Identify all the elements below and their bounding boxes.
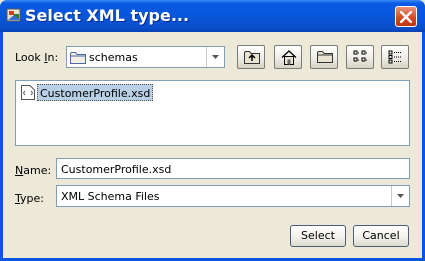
details-view-button[interactable] bbox=[381, 45, 409, 69]
home-icon bbox=[281, 50, 297, 65]
look-in-value: schemas bbox=[89, 51, 138, 64]
list-view-button[interactable] bbox=[346, 45, 374, 69]
select-button[interactable]: Select bbox=[290, 225, 346, 247]
title-bar[interactable]: Select XML type... bbox=[0, 0, 425, 32]
look-in-dropdown-arrow[interactable] bbox=[206, 47, 224, 67]
up-one-level-button[interactable] bbox=[237, 45, 265, 69]
dialog-body: Look In: schemas CustomerProfile.xsd Nam… bbox=[3, 32, 422, 258]
close-icon bbox=[400, 11, 412, 23]
chevron-down-icon bbox=[397, 194, 404, 198]
xml-file-icon bbox=[21, 85, 35, 103]
folder-icon bbox=[70, 51, 86, 67]
look-in-dropdown[interactable]: schemas bbox=[66, 46, 225, 68]
file-list[interactable]: CustomerProfile.xsd bbox=[15, 80, 410, 146]
new-folder-icon bbox=[317, 51, 333, 63]
close-button[interactable] bbox=[395, 6, 417, 27]
file-type-value: XML Schema Files bbox=[61, 190, 160, 203]
folder-up-icon bbox=[244, 51, 260, 64]
list-view-icon bbox=[353, 50, 368, 62]
select-xml-type-dialog: Select XML type... Look In: schemas Cust… bbox=[0, 0, 425, 261]
details-view-icon bbox=[388, 50, 402, 64]
look-in-label: Look In: bbox=[15, 51, 59, 64]
file-name-label: Name: bbox=[15, 164, 52, 177]
cancel-button[interactable]: Cancel bbox=[353, 225, 409, 247]
java-app-icon bbox=[6, 7, 22, 23]
file-type-dropdown[interactable]: XML Schema Files bbox=[56, 185, 410, 207]
window-title: Select XML type... bbox=[25, 6, 190, 25]
new-folder-button[interactable] bbox=[310, 45, 338, 69]
file-type-label: Type: bbox=[15, 192, 44, 205]
list-item[interactable]: CustomerProfile.xsd bbox=[19, 84, 154, 103]
file-type-dropdown-arrow[interactable] bbox=[391, 186, 409, 206]
file-name: CustomerProfile.xsd bbox=[37, 84, 154, 101]
home-button[interactable] bbox=[274, 45, 302, 69]
file-name-input[interactable]: CustomerProfile.xsd bbox=[56, 158, 410, 179]
chevron-down-icon bbox=[212, 55, 219, 59]
